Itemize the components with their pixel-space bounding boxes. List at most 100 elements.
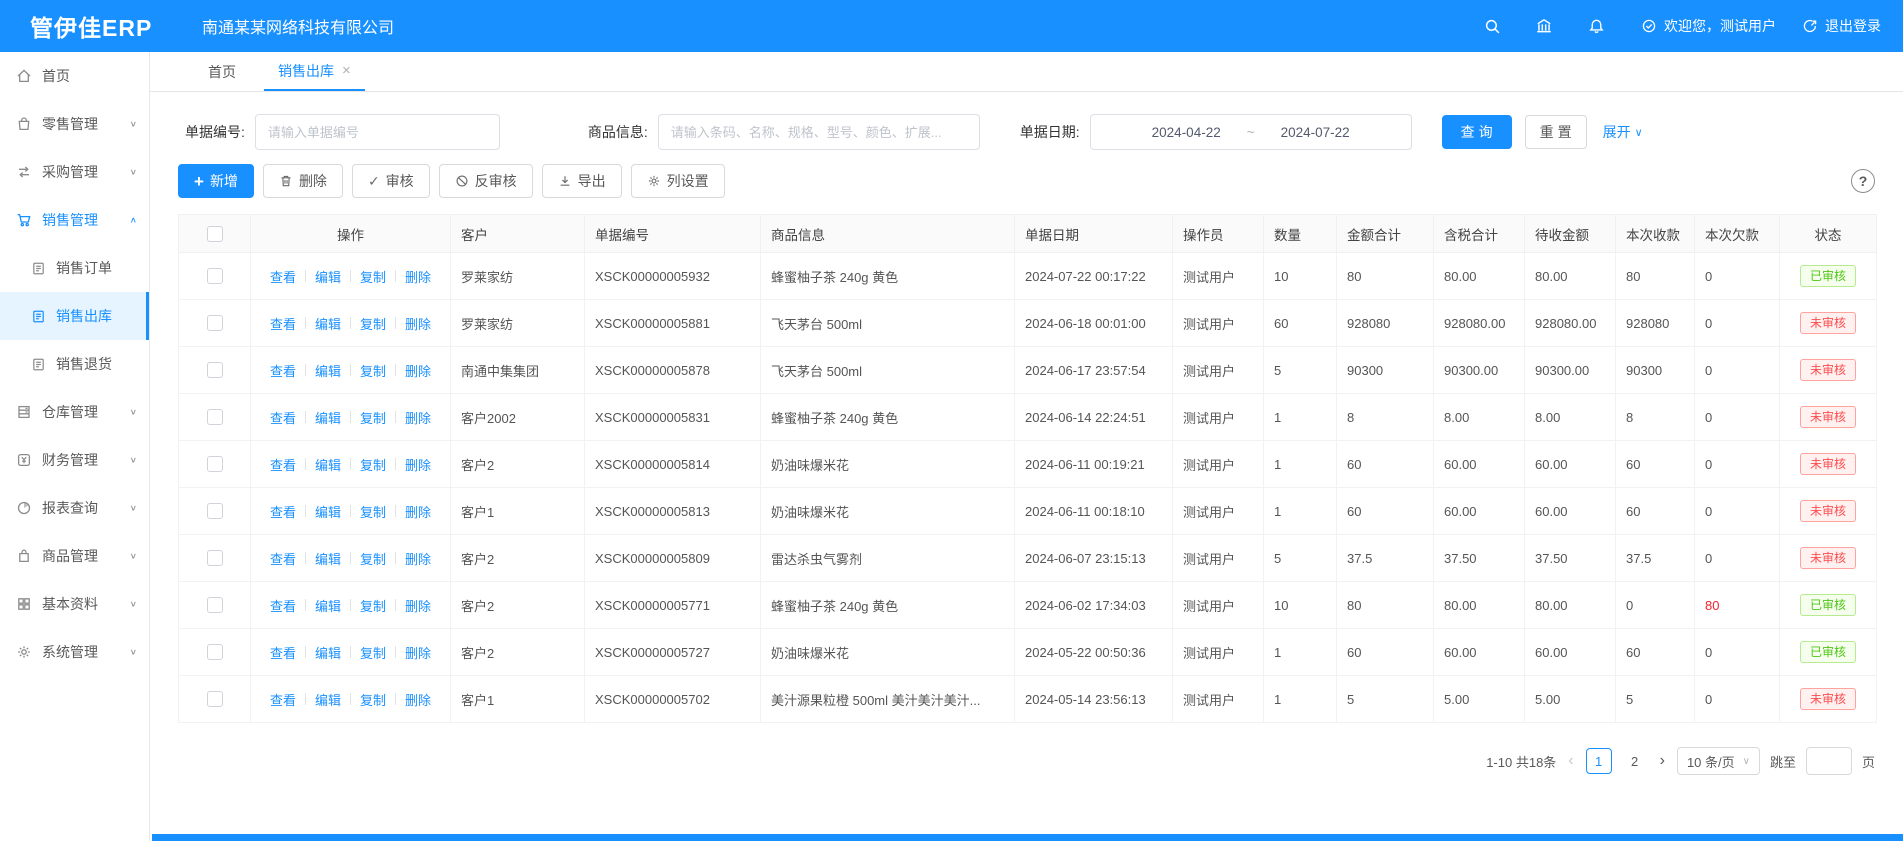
sidebar-item-home[interactable]: 首页 — [0, 52, 149, 100]
column-settings-button[interactable]: 列设置 — [631, 164, 725, 198]
notification-bell-icon[interactable] — [1577, 11, 1615, 41]
delete-link[interactable]: 删除 — [405, 314, 431, 333]
page-button-2[interactable]: 2 — [1622, 748, 1648, 774]
page-button-1[interactable]: 1 — [1586, 748, 1612, 774]
row-checkbox[interactable] — [207, 691, 223, 707]
sidebar-item-warehouse[interactable]: 仓库管理 ∨ — [0, 388, 149, 436]
edit-link[interactable]: 编辑 — [315, 361, 341, 380]
audit-button[interactable]: ✓ 审核 — [352, 164, 430, 198]
delete-button[interactable]: 删除 — [263, 164, 343, 198]
sidebar-item-system[interactable]: 系统管理 ∨ — [0, 628, 149, 676]
edit-link[interactable]: 编辑 — [315, 596, 341, 615]
delete-link[interactable]: 删除 — [405, 267, 431, 286]
sidebar-item-sales-outbound[interactable]: 销售出库 — [0, 292, 149, 340]
edit-link[interactable]: 编辑 — [315, 314, 341, 333]
delete-link[interactable]: 删除 — [405, 502, 431, 521]
row-checkbox[interactable] — [207, 644, 223, 660]
delete-link[interactable]: 删除 — [405, 690, 431, 709]
unaudit-button[interactable]: 反审核 — [439, 164, 533, 198]
row-checkbox[interactable] — [207, 550, 223, 566]
logout-button[interactable]: 退出登录 — [1802, 11, 1881, 41]
expand-toggle[interactable]: 展开 ∨ — [1603, 122, 1643, 142]
sidebar-item-retail[interactable]: 零售管理 ∨ — [0, 100, 149, 148]
edit-link[interactable]: 编辑 — [315, 267, 341, 286]
copy-link[interactable]: 复制 — [360, 361, 386, 380]
product-info-input[interactable] — [658, 114, 980, 150]
view-link[interactable]: 查看 — [270, 455, 296, 474]
cell-qty: 1 — [1264, 488, 1337, 535]
edit-link[interactable]: 编辑 — [315, 549, 341, 568]
bill-no-input[interactable] — [255, 114, 500, 150]
delete-link[interactable]: 删除 — [405, 643, 431, 662]
copy-link[interactable]: 复制 — [360, 267, 386, 286]
tab-home[interactable]: 首页 — [194, 52, 250, 91]
tab-sales-outbound[interactable]: 销售出库 × — [264, 52, 365, 91]
sidebar-item-sales-return[interactable]: 销售退货 — [0, 340, 149, 388]
row-checkbox[interactable] — [207, 409, 223, 425]
close-icon[interactable]: × — [342, 62, 351, 79]
horizontal-scrollbar[interactable] — [152, 834, 1903, 841]
row-checkbox[interactable] — [207, 362, 223, 378]
row-checkbox[interactable] — [207, 268, 223, 284]
search-button[interactable]: 查询 — [1442, 115, 1512, 149]
edit-link[interactable]: 编辑 — [315, 502, 341, 521]
bank-icon[interactable] — [1525, 11, 1563, 41]
edit-link[interactable]: 编辑 — [315, 408, 341, 427]
copy-link[interactable]: 复制 — [360, 596, 386, 615]
view-link[interactable]: 查看 — [270, 690, 296, 709]
copy-link[interactable]: 复制 — [360, 690, 386, 709]
view-link[interactable]: 查看 — [270, 267, 296, 286]
view-link[interactable]: 查看 — [270, 361, 296, 380]
cell-owed: 80 — [1695, 582, 1780, 629]
user-welcome[interactable]: 欢迎您，测试用户 — [1641, 11, 1776, 41]
cell-owed: 0 — [1695, 300, 1780, 347]
copy-link[interactable]: 复制 — [360, 455, 386, 474]
delete-link[interactable]: 删除 — [405, 361, 431, 380]
next-page-icon[interactable]: › — [1658, 752, 1667, 770]
page-size-select[interactable]: 10 条/页 ∨ — [1677, 747, 1760, 775]
view-link[interactable]: 查看 — [270, 502, 296, 521]
reset-button[interactable]: 重置 — [1525, 115, 1587, 149]
select-all-checkbox[interactable] — [207, 226, 223, 242]
sidebar-item-sales-order[interactable]: 销售订单 — [0, 244, 149, 292]
view-link[interactable]: 查看 — [270, 643, 296, 662]
sidebar-item-reports[interactable]: 报表查询 ∨ — [0, 484, 149, 532]
sidebar-item-finance[interactable]: 财务管理 ∨ — [0, 436, 149, 484]
sidebar-item-basic-data[interactable]: 基本资料 ∨ — [0, 580, 149, 628]
export-button[interactable]: 导出 — [542, 164, 622, 198]
view-link[interactable]: 查看 — [270, 549, 296, 568]
edit-link[interactable]: 编辑 — [315, 690, 341, 709]
view-link[interactable]: 查看 — [270, 408, 296, 427]
edit-link[interactable]: 编辑 — [315, 455, 341, 474]
sidebar-item-sales[interactable]: 销售管理 ∧ — [0, 196, 149, 244]
sidebar-item-label: 采购管理 — [42, 162, 98, 182]
add-button[interactable]: + 新增 — [178, 164, 254, 198]
delete-link[interactable]: 删除 — [405, 549, 431, 568]
help-icon[interactable]: ? — [1851, 169, 1875, 193]
view-link[interactable]: 查看 — [270, 596, 296, 615]
copy-link[interactable]: 复制 — [360, 314, 386, 333]
edit-link[interactable]: 编辑 — [315, 643, 341, 662]
prev-page-icon[interactable]: ‹ — [1566, 752, 1575, 770]
row-checkbox[interactable] — [207, 456, 223, 472]
view-link[interactable]: 查看 — [270, 314, 296, 333]
delete-link[interactable]: 删除 — [405, 596, 431, 615]
row-checkbox[interactable] — [207, 597, 223, 613]
row-checkbox[interactable] — [207, 503, 223, 519]
copy-link[interactable]: 复制 — [360, 643, 386, 662]
search-icon[interactable] — [1473, 11, 1511, 41]
row-checkbox[interactable] — [207, 315, 223, 331]
sidebar-item-purchase[interactable]: 采购管理 ∨ — [0, 148, 149, 196]
copy-link[interactable]: 复制 — [360, 408, 386, 427]
date-end-value[interactable]: 2024-07-22 — [1281, 125, 1350, 140]
topbar-right: 欢迎您，测试用户 退出登录 — [1473, 11, 1881, 41]
copy-link[interactable]: 复制 — [360, 549, 386, 568]
copy-link[interactable]: 复制 — [360, 502, 386, 521]
jump-page-input[interactable] — [1806, 747, 1852, 775]
date-start-value[interactable]: 2024-04-22 — [1152, 125, 1221, 140]
sidebar-item-goods[interactable]: 商品管理 ∨ — [0, 532, 149, 580]
date-range-picker[interactable]: 2024-04-22 ~ 2024-07-22 — [1090, 114, 1412, 150]
cell-receivable: 5.00 — [1525, 676, 1616, 723]
delete-link[interactable]: 删除 — [405, 455, 431, 474]
delete-link[interactable]: 删除 — [405, 408, 431, 427]
